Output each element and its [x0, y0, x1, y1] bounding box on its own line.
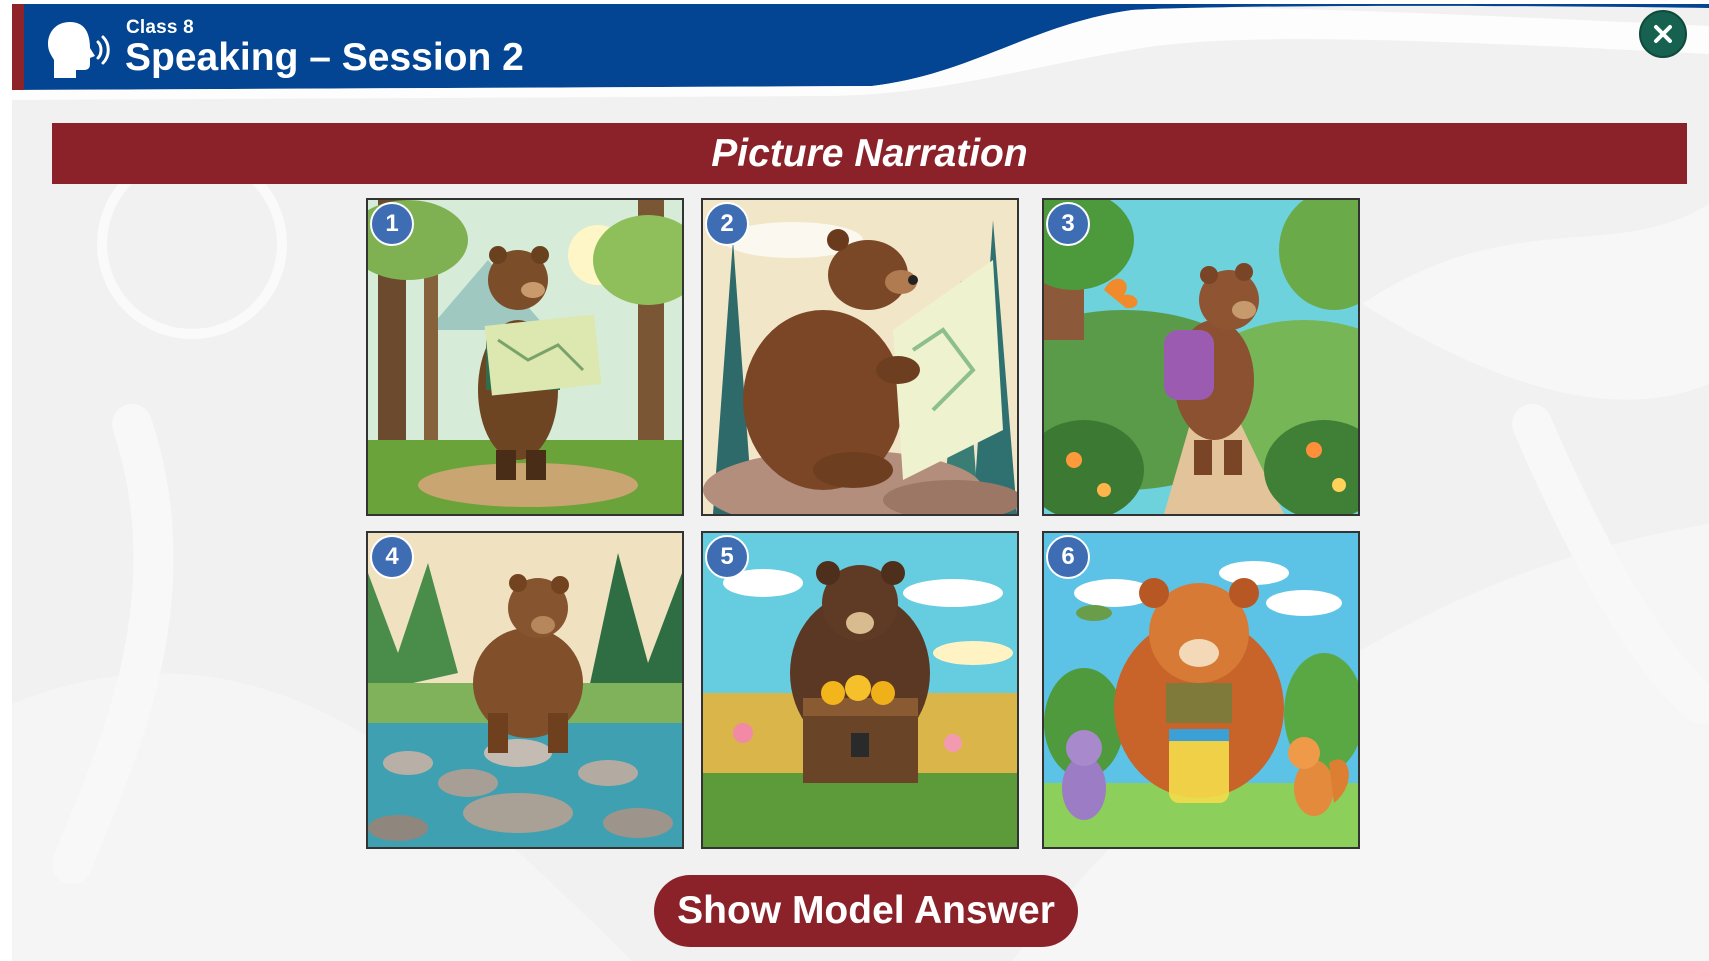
picture-number-badge: 2	[705, 202, 749, 246]
header-accent-stripe	[12, 4, 24, 90]
picture-panel-2[interactable]: 2	[701, 198, 1019, 516]
activity-title-banner: Picture Narration	[52, 123, 1687, 184]
session-title: Speaking – Session 2	[125, 36, 524, 79]
picture-panel-3[interactable]: 3	[1042, 198, 1360, 516]
activity-title: Picture Narration	[711, 131, 1028, 175]
bear-treasure-chest-illustration	[703, 533, 1017, 847]
picture-number-badge: 1	[370, 202, 414, 246]
picture-number-badge: 3	[1046, 202, 1090, 246]
speaking-head-icon	[48, 22, 110, 78]
bear-sitting-map-illustration	[703, 200, 1017, 514]
picture-number-badge: 5	[705, 535, 749, 579]
bear-honey-friends-illustration	[1044, 533, 1358, 847]
picture-number-badge: 6	[1046, 535, 1090, 579]
picture-panel-1[interactable]: 1	[366, 198, 684, 516]
picture-panel-4[interactable]: 4	[366, 531, 684, 849]
picture-panel-6[interactable]: 6	[1042, 531, 1360, 849]
bear-river-crossing-illustration	[368, 533, 682, 847]
show-model-answer-button[interactable]: Show Model Answer	[654, 875, 1078, 947]
app-stage: Class 8 Speaking – Session 2 Picture Nar…	[12, 4, 1709, 961]
picture-number-badge: 4	[370, 535, 414, 579]
close-icon	[1654, 25, 1672, 43]
picture-panel-5[interactable]: 5	[701, 531, 1019, 849]
close-button[interactable]	[1639, 10, 1687, 58]
bear-map-forest-illustration	[368, 200, 682, 514]
bear-backpack-walk-illustration	[1044, 200, 1358, 514]
